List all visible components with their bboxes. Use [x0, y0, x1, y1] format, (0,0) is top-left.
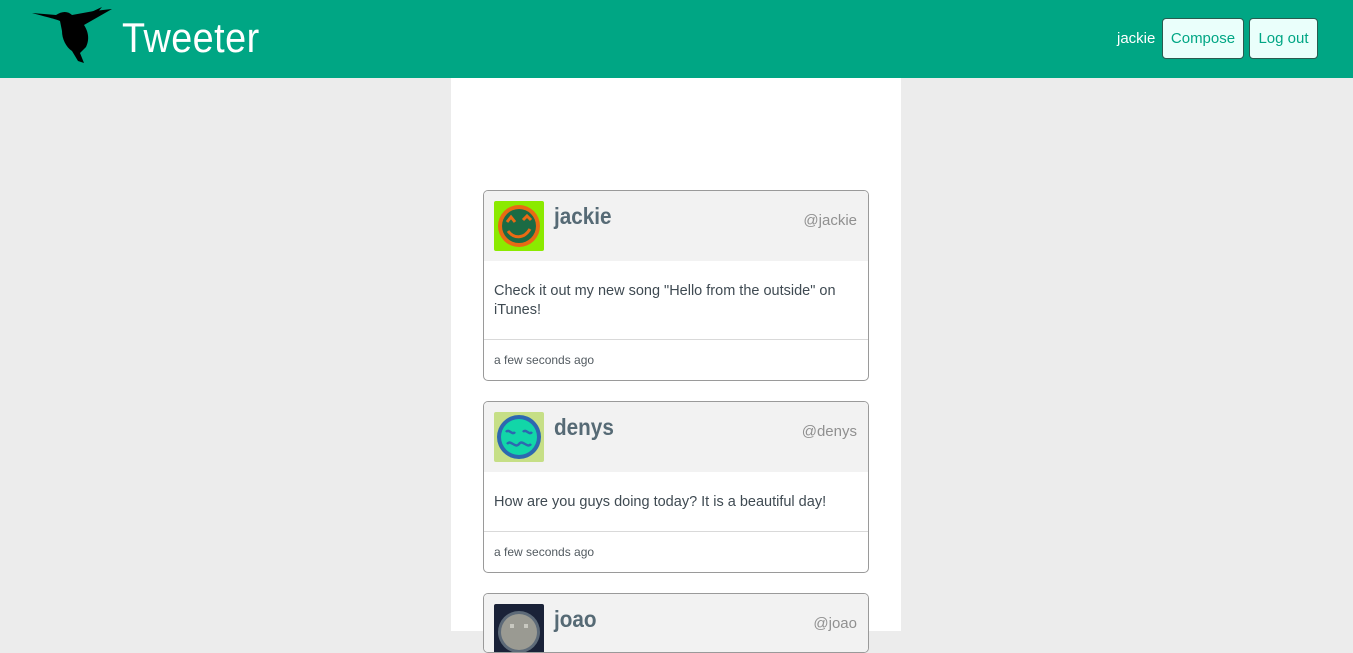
tweet-header: jackie @jackie	[484, 191, 868, 261]
tweet-author-handle: @joao	[813, 615, 857, 632]
tweet-header: joao @joao	[484, 594, 868, 652]
tweet-timestamp: a few seconds ago	[494, 353, 595, 367]
hummingbird-icon	[32, 7, 112, 63]
top-navbar: Tweeter jackie Compose Log out	[0, 0, 1353, 78]
compose-button[interactable]: Compose	[1162, 18, 1244, 59]
robot-face-avatar-icon	[494, 604, 544, 652]
tweet-card: jackie @jackie Check it out my new song …	[483, 190, 869, 381]
tweet-text: How are you guys doing today? It is a be…	[484, 472, 868, 532]
logout-button[interactable]: Log out	[1249, 18, 1318, 59]
tweet-card: joao @joao	[483, 593, 869, 653]
current-username: jackie	[1117, 30, 1156, 47]
tweet-timestamp: a few seconds ago	[494, 545, 595, 559]
tweet-author-name: jackie	[554, 203, 612, 229]
tweet-author-handle: @denys	[801, 423, 857, 440]
app-title[interactable]: Tweeter	[122, 14, 260, 62]
wavy-face-avatar-icon	[494, 412, 544, 462]
tweet-header: denys @denys	[484, 402, 868, 472]
winking-face-avatar-icon	[494, 201, 544, 251]
tweet-author-name: joao	[554, 606, 597, 632]
tweet-card: denys @denys How are you guys doing toda…	[483, 401, 869, 573]
tweet-author-name: denys	[554, 414, 614, 440]
tweet-author-handle: @jackie	[803, 212, 857, 229]
tweet-text: Check it out my new song "Hello from the…	[484, 261, 868, 340]
